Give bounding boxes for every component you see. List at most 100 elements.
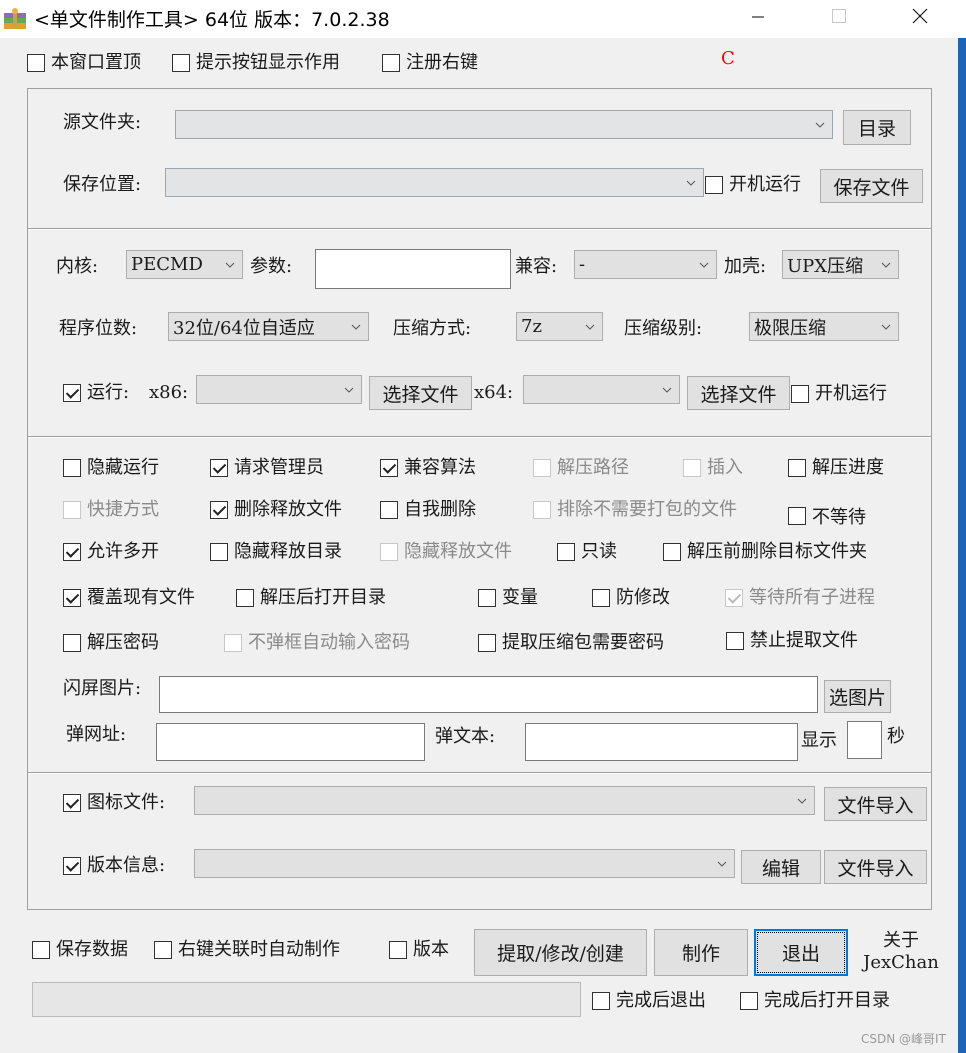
minimize-icon: [751, 8, 765, 29]
option-checkbox: 不弹框自动输入密码: [224, 632, 410, 654]
option-checkbox[interactable]: 自我删除: [380, 499, 476, 521]
splash-input[interactable]: [159, 676, 818, 713]
checkbox-box: [380, 501, 398, 519]
shell-combo[interactable]: UPX压缩: [782, 250, 899, 279]
checkbox-box: [63, 589, 81, 607]
option-checkbox[interactable]: 解压前删除目标文件夹: [663, 541, 867, 563]
version-info-combo[interactable]: [194, 849, 735, 878]
chevron-down-icon: [710, 861, 734, 867]
select-image-button[interactable]: 选图片: [824, 680, 891, 713]
minimize-button[interactable]: [735, 0, 781, 36]
x86-combo[interactable]: [196, 375, 362, 404]
compress-method-label: 压缩方式:: [393, 318, 472, 339]
save-file-button[interactable]: 保存文件: [820, 169, 923, 203]
checkbox-box: [389, 941, 407, 959]
close-button[interactable]: [897, 0, 943, 36]
option-checkbox[interactable]: 隐藏释放目录: [210, 541, 342, 563]
chevron-down-icon: [679, 180, 703, 186]
checkbox-box: [557, 543, 575, 561]
option-checkbox[interactable]: 解压密码: [63, 632, 159, 654]
option-checkbox[interactable]: 允许多开: [63, 541, 159, 563]
x64-select-file-button[interactable]: 选择文件: [687, 376, 790, 410]
checkbox-box: [382, 54, 400, 72]
option-checkbox[interactable]: 提取压缩包需要密码: [478, 632, 664, 654]
checkbox-box: [63, 501, 81, 519]
topmost-checkbox[interactable]: 本窗口置顶: [27, 52, 141, 74]
directory-button[interactable]: 目录: [843, 110, 911, 145]
checkbox-box: [740, 992, 758, 1010]
seconds-input[interactable]: [847, 721, 882, 759]
version-import-button[interactable]: 文件导入: [824, 850, 927, 884]
divider: [28, 436, 931, 438]
option-checkbox[interactable]: 请求管理员: [210, 457, 324, 479]
option-checkbox[interactable]: 解压进度: [788, 457, 884, 479]
x64-combo[interactable]: [523, 375, 680, 404]
checkbox-box: [592, 589, 610, 607]
icon-file-checkbox[interactable]: 图标文件:: [63, 792, 165, 814]
option-checkbox[interactable]: 防修改: [592, 587, 670, 609]
edit-button[interactable]: 编辑: [741, 850, 821, 884]
exit-after-checkbox[interactable]: 完成后退出: [592, 990, 706, 1012]
option-checkbox[interactable]: 覆盖现有文件: [63, 587, 195, 609]
run-checkbox[interactable]: 运行:: [63, 382, 129, 404]
compress-method-combo[interactable]: 7z: [516, 312, 603, 341]
checkbox-box: [788, 507, 806, 525]
option-checkbox[interactable]: 变量: [478, 587, 538, 609]
make-button[interactable]: 制作: [654, 929, 748, 976]
program-bits-combo[interactable]: 32位/64位自适应: [168, 312, 369, 341]
chevron-down-icon: [344, 324, 368, 330]
save-location-combo[interactable]: [165, 168, 704, 197]
show-tips-checkbox[interactable]: 提示按钮显示作用: [172, 52, 340, 74]
params-input[interactable]: [315, 249, 511, 289]
marker-text: C: [721, 48, 735, 69]
x64-label: x64:: [474, 382, 514, 403]
checkbox-box: [683, 459, 701, 477]
extract-modify-create-button[interactable]: 提取/修改/创建: [474, 929, 647, 976]
save-location-label: 保存位置:: [63, 174, 142, 195]
checkbox-box: [210, 501, 228, 519]
option-checkbox: 插入: [683, 457, 743, 479]
kernel-combo[interactable]: PECMD: [126, 250, 243, 279]
progress-bar: [32, 982, 581, 1017]
chevron-down-icon: [578, 324, 602, 330]
option-checkbox[interactable]: 删除释放文件: [210, 499, 342, 521]
checkbox-box: [592, 992, 610, 1010]
option-checkbox[interactable]: 不等待: [788, 507, 866, 526]
about-link[interactable]: 关于 JexChan: [862, 930, 940, 974]
checkbox-box: [63, 459, 81, 477]
option-checkbox: 快捷方式: [63, 499, 159, 521]
popup-text-input[interactable]: [525, 723, 798, 761]
chevron-down-icon: [874, 324, 898, 330]
option-checkbox[interactable]: 只读: [557, 541, 617, 563]
icon-file-combo[interactable]: [194, 786, 815, 815]
popup-url-input[interactable]: [156, 723, 425, 761]
icon-import-button[interactable]: 文件导入: [824, 787, 927, 821]
maximize-button[interactable]: [816, 0, 862, 36]
save-autostart-checkbox[interactable]: 开机运行: [705, 174, 801, 196]
version-info-checkbox[interactable]: 版本信息:: [63, 855, 165, 877]
compat-combo[interactable]: -: [574, 250, 717, 279]
option-checkbox[interactable]: 兼容算法: [380, 457, 476, 479]
checkbox-box: [172, 54, 190, 72]
exit-button[interactable]: 退出: [754, 929, 848, 976]
save-data-checkbox[interactable]: 保存数据: [32, 939, 128, 961]
checkbox-box: [380, 459, 398, 477]
open-dir-after-checkbox[interactable]: 完成后打开目录: [740, 990, 890, 1012]
x86-label: x86:: [149, 382, 189, 403]
auto-make-checkbox[interactable]: 右键关联时自动制作: [154, 939, 340, 961]
source-folder-combo[interactable]: [175, 110, 833, 139]
register-context-menu-checkbox[interactable]: 注册右键: [382, 52, 478, 74]
chevron-down-icon: [808, 122, 832, 128]
option-checkbox[interactable]: 隐藏运行: [63, 457, 159, 479]
maximize-icon: [831, 8, 847, 29]
chevron-down-icon: [655, 387, 679, 393]
compress-level-combo[interactable]: 极限压缩: [749, 312, 899, 341]
x86-select-file-button[interactable]: 选择文件: [369, 376, 472, 410]
option-checkbox[interactable]: 解压后打开目录: [236, 587, 386, 609]
option-checkbox[interactable]: 禁止提取文件: [726, 630, 858, 652]
run-autostart-checkbox[interactable]: 开机运行: [791, 383, 887, 405]
shell-label: 加壳:: [724, 256, 767, 277]
checkbox-box: [224, 634, 242, 652]
version-checkbox[interactable]: 版本: [389, 939, 449, 961]
checkbox-box: [380, 543, 398, 561]
